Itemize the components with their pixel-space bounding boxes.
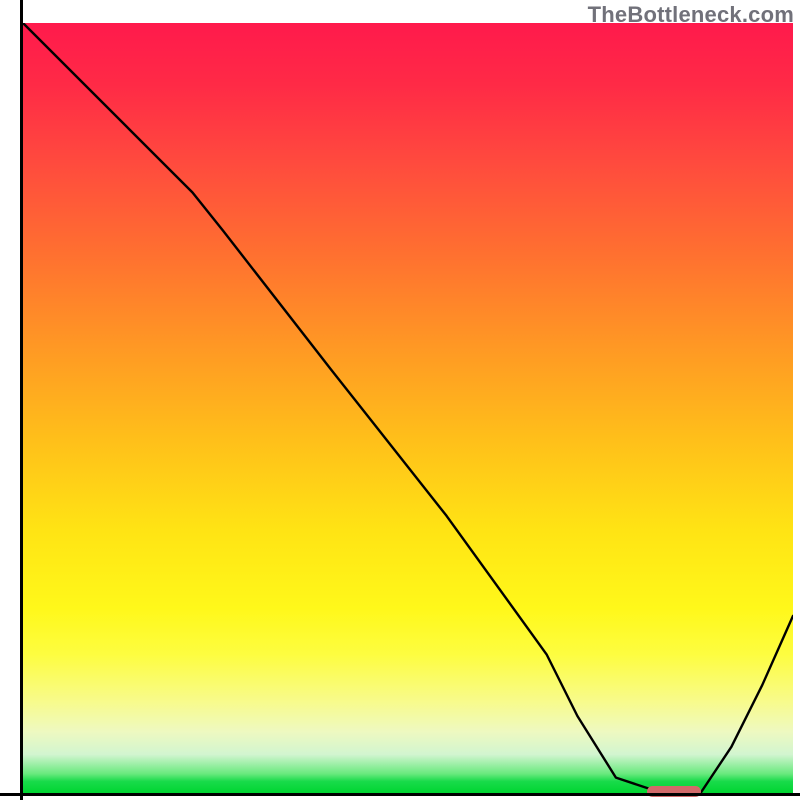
watermark-text: TheBottleneck.com (588, 2, 794, 28)
chart-frame: TheBottleneck.com (0, 0, 800, 800)
plot-area (23, 23, 793, 793)
bottleneck-curve (23, 23, 793, 793)
x-axis (0, 793, 800, 796)
curve-layer (23, 23, 793, 793)
y-axis (20, 0, 23, 800)
